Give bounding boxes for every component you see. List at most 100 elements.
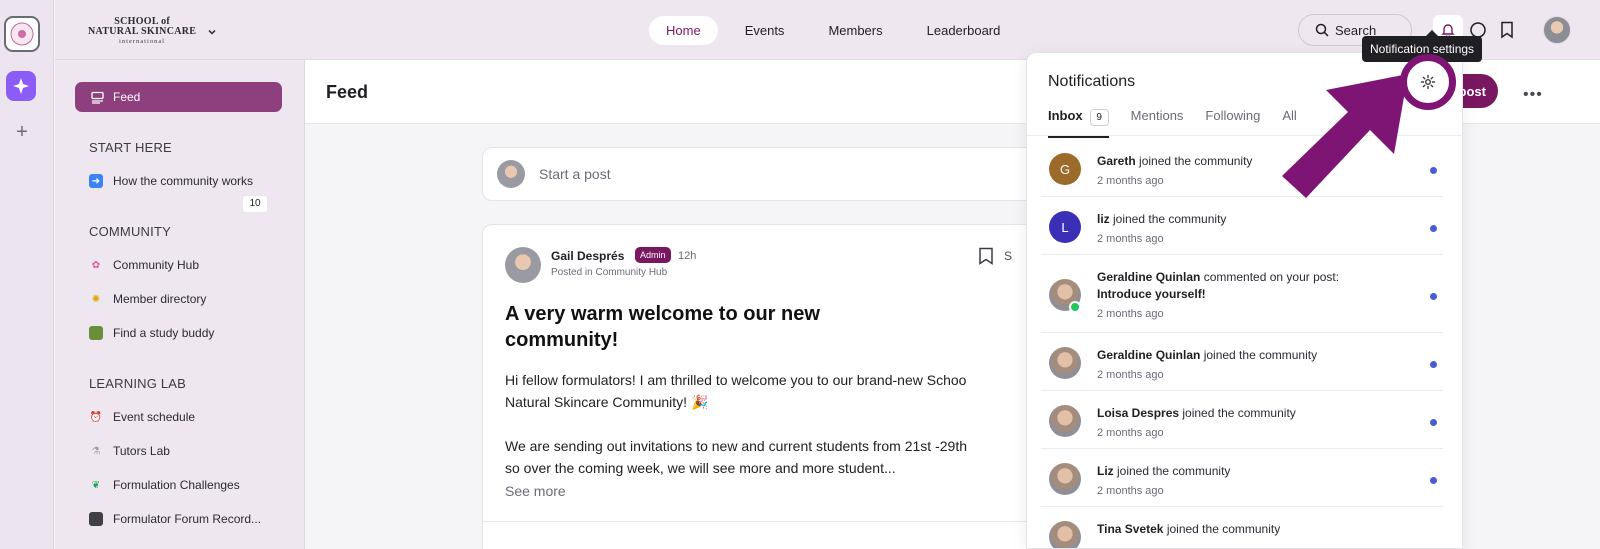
brand-line-2: NATURAL SKINCARE bbox=[88, 26, 197, 37]
sidebar-item-label: Tutors Lab bbox=[113, 444, 170, 458]
composer-placeholder: Start a post bbox=[539, 166, 611, 182]
post-body-line: so over the coming week, we will see mor… bbox=[505, 460, 896, 476]
notification-item[interactable]: Liz joined the community 2 months ago bbox=[1041, 449, 1443, 507]
arrow-right-icon: ➜ bbox=[89, 174, 103, 188]
notification-text: Loisa Despres joined the community 2 mont… bbox=[1097, 405, 1357, 442]
notification-item[interactable]: Loisa Despres joined the community 2 mont… bbox=[1041, 391, 1443, 449]
nav-events[interactable]: Events bbox=[728, 16, 802, 45]
post-actions-divider bbox=[483, 521, 1041, 522]
actor-name: Tina Svetek bbox=[1097, 522, 1164, 536]
page-title: Feed bbox=[326, 82, 369, 102]
see-more-link[interactable]: See more bbox=[505, 483, 566, 499]
sidebar: Feed START HERE ➜ How the community work… bbox=[55, 60, 305, 549]
sidebar-item-feed[interactable]: Feed bbox=[75, 82, 282, 112]
avatar bbox=[497, 160, 525, 188]
test-tube-icon: ⚗ bbox=[91, 445, 101, 457]
notification-text: liz joined the community 2 months ago bbox=[1097, 211, 1357, 248]
notifications-title: Notifications bbox=[1048, 73, 1136, 90]
tab-following[interactable]: Following bbox=[1205, 108, 1260, 138]
notification-settings-button[interactable] bbox=[1400, 54, 1456, 110]
nav-members[interactable]: Members bbox=[811, 16, 899, 45]
sidebar-item-label: Formulation Challenges bbox=[113, 478, 240, 492]
sidebar-item-event-schedule[interactable]: ⏰ Event schedule bbox=[89, 408, 269, 426]
avatar[interactable] bbox=[505, 247, 541, 283]
online-status-icon bbox=[1069, 301, 1081, 313]
add-community-icon[interactable]: + bbox=[12, 122, 32, 142]
avatar: L bbox=[1049, 211, 1081, 243]
bookmark-icon[interactable] bbox=[978, 247, 994, 265]
sidebar-item-tutors-lab[interactable]: ⚗ Tutors Lab bbox=[89, 442, 269, 460]
chevron-down-icon[interactable] bbox=[206, 26, 218, 38]
tab-mentions[interactable]: Mentions bbox=[1131, 108, 1184, 138]
sidebar-item-label: Find a study buddy bbox=[113, 326, 215, 340]
sidebar-item-label: How the community works bbox=[113, 174, 254, 188]
brand-line-3: international bbox=[119, 39, 166, 45]
more-options-icon[interactable]: ••• bbox=[1523, 86, 1543, 104]
notification-action: joined the community bbox=[1109, 212, 1227, 226]
post-body-line: We are sending out invitations to new an… bbox=[505, 438, 967, 454]
flower-icon: ✿ bbox=[91, 259, 101, 271]
sparkle-icon[interactable] bbox=[6, 71, 36, 101]
notification-text: Geraldine Quinlan commented on your post… bbox=[1097, 269, 1357, 323]
notification-item[interactable]: L liz joined the community 2 months ago bbox=[1041, 197, 1443, 255]
brand-logo[interactable]: SCHOOL of NATURAL SKINCARE international bbox=[88, 17, 218, 47]
seedling-icon: ❦ bbox=[91, 479, 101, 491]
brand-wordmark: SCHOOL of NATURAL SKINCARE international bbox=[88, 17, 196, 47]
actor-name: Liz bbox=[1097, 464, 1114, 478]
nav-home[interactable]: Home bbox=[649, 16, 718, 45]
notification-action: joined the community bbox=[1135, 154, 1253, 168]
actor-name: Geraldine Quinlan bbox=[1097, 270, 1201, 284]
bookmark-icon[interactable] bbox=[1497, 20, 1517, 40]
notification-action: joined the community bbox=[1179, 406, 1296, 420]
search-icon bbox=[1315, 23, 1329, 37]
sidebar-item-label: Community Hub bbox=[113, 258, 200, 272]
sidebar-item-label: Formulator Forum Record... bbox=[113, 512, 262, 526]
unread-dot bbox=[1430, 293, 1437, 300]
unread-dot bbox=[1430, 477, 1437, 484]
unread-dot bbox=[1430, 225, 1437, 232]
inbox-count-badge: 9 bbox=[1089, 109, 1109, 126]
unread-dot bbox=[1430, 419, 1437, 426]
sidebar-item-find-study-buddy[interactable]: Find a study buddy bbox=[89, 324, 269, 342]
app-rail: + bbox=[0, 0, 54, 549]
sidebar-item-member-directory[interactable]: ✺ Member directory bbox=[89, 290, 269, 308]
actor-name: liz bbox=[1097, 212, 1110, 226]
sidebar-item-how-community-works[interactable]: ➜ How the community works bbox=[89, 172, 269, 190]
admin-badge: Admin bbox=[635, 247, 671, 263]
unread-dot bbox=[1430, 361, 1437, 368]
notification-text: Liz joined the community 2 months ago bbox=[1097, 463, 1357, 500]
post-space[interactable]: Posted in Community Hub bbox=[551, 267, 667, 278]
unread-count-badge: 10 bbox=[243, 196, 267, 212]
post-author[interactable]: Gail Després bbox=[551, 249, 624, 263]
user-avatar[interactable] bbox=[1543, 16, 1571, 44]
unread-dot bbox=[1430, 167, 1437, 174]
post-composer[interactable]: Start a post bbox=[482, 147, 1042, 201]
sidebar-item-formulation-challenges[interactable]: ❦ Formulation Challenges bbox=[89, 476, 269, 494]
notification-action: commented on your post: bbox=[1200, 270, 1340, 284]
post-body-line: Natural Skincare Community! 🎉 bbox=[505, 394, 709, 410]
notification-time: 2 months ago bbox=[1097, 233, 1164, 245]
books-icon bbox=[89, 326, 103, 340]
alarm-clock-icon: ⏰ bbox=[89, 411, 103, 423]
nav-leaderboard[interactable]: Leaderboard bbox=[910, 16, 1018, 45]
post-body: Hi fellow formulators! I am thrilled to … bbox=[505, 369, 1043, 501]
community-logo-icon[interactable] bbox=[4, 16, 40, 52]
post-title[interactable]: A very warm welcome to our new community… bbox=[505, 301, 895, 353]
video-camera-icon bbox=[89, 512, 103, 526]
section-heading-start-here: START HERE bbox=[89, 140, 172, 155]
notification-item[interactable]: Tina Svetek joined the community bbox=[1041, 507, 1443, 548]
sidebar-item-label: Member directory bbox=[113, 292, 207, 306]
sidebar-item-community-hub[interactable]: ✿ Community Hub bbox=[89, 256, 269, 274]
notification-item[interactable]: Geraldine Quinlan commented on your post… bbox=[1041, 255, 1443, 333]
notification-action: joined the community bbox=[1113, 464, 1231, 478]
top-nav: Home Events Members Leaderboard bbox=[649, 16, 1017, 45]
tab-inbox[interactable]: Inbox 9 bbox=[1048, 108, 1109, 138]
sunflower-icon: ✺ bbox=[91, 293, 101, 305]
tab-label: Inbox bbox=[1048, 108, 1083, 123]
feed-icon bbox=[91, 91, 104, 104]
share-label[interactable]: S bbox=[1004, 249, 1012, 263]
notification-item[interactable]: Geraldine Quinlan joined the community 2 … bbox=[1041, 333, 1443, 391]
sidebar-item-formulator-forum[interactable]: Formulator Forum Record... bbox=[89, 510, 269, 528]
avatar: G bbox=[1049, 153, 1081, 185]
actor-name: Geraldine Quinlan bbox=[1097, 348, 1201, 362]
